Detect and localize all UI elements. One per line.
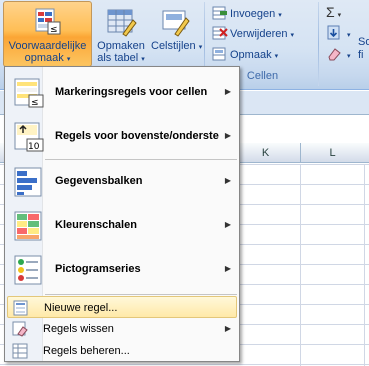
menu-item-label: Regels beheren...: [43, 345, 130, 357]
sort-partial-1: So: [358, 36, 369, 48]
color-scales-icon: [14, 211, 42, 241]
eraser-icon: [328, 48, 341, 61]
format-as-table-label-2: als tabel: [97, 52, 139, 64]
menu-item-label: Markeringsregels voor cellen: [55, 86, 208, 98]
delete-cells-icon: [212, 26, 228, 40]
submenu-arrow-icon: ▶: [224, 87, 231, 96]
insert-label: Invoegen: [230, 8, 276, 20]
sort-filter-partial-label[interactable]: So fi: [356, 36, 369, 61]
chevron-down-icon: ▾: [337, 12, 342, 19]
chevron-down-icon: ▾: [66, 56, 71, 63]
conditional-formatting-menu: ≤ Markeringsregels voor cellen ▶ 10 Rege…: [4, 66, 240, 362]
chevron-down-icon: ▾: [198, 44, 203, 51]
menu-item-data-bars[interactable]: Gegevensbalken ▶: [7, 161, 237, 203]
submenu-arrow-icon: ▶: [224, 264, 231, 273]
delete-button[interactable]: Verwijderen ▾: [210, 24, 294, 44]
svg-text:10: 10: [28, 142, 40, 152]
format-cells-icon: [212, 47, 226, 61]
column-header-k[interactable]: K: [230, 143, 300, 163]
group-separator: [318, 2, 319, 86]
manage-rules-icon: [12, 343, 28, 359]
autosum-button[interactable]: Σ ▾: [324, 2, 341, 22]
menu-item-label: Gegevensbalken: [55, 175, 143, 187]
new-rule-icon: [13, 300, 28, 316]
grid-line: [300, 164, 301, 366]
conditional-formatting-button[interactable]: ≤ Voorwaardelijke opmaak ▾: [3, 1, 92, 67]
menu-item-label: Nieuwe regel...: [44, 302, 118, 314]
menu-item-top-bottom-rules[interactable]: 10 Regels voor bovenste/onderste ▶: [7, 116, 237, 158]
menu-item-icon-sets[interactable]: Pictogramseries ▶: [7, 249, 237, 291]
menu-item-label: Regels voor bovenste/onderste: [55, 130, 219, 142]
cell-styles-label: Celstijlen: [151, 40, 196, 52]
highlight-cells-rules-icon: ≤: [14, 78, 44, 108]
icon-sets-icon: [14, 255, 42, 285]
submenu-arrow-icon: ▶: [224, 324, 231, 333]
conditional-formatting-icon: ≤: [35, 8, 60, 35]
clear-rules-icon: [12, 321, 28, 337]
cell-styles-button[interactable]: Celstijlen ▾: [150, 1, 203, 67]
insert-button[interactable]: Invoegen ▾: [210, 4, 282, 24]
chevron-down-icon: ▾: [347, 53, 351, 60]
chevron-down-icon: ▾: [347, 32, 351, 39]
menu-item-clear-rules[interactable]: Regels wissen ▶: [7, 318, 237, 340]
svg-text:≤: ≤: [50, 25, 58, 35]
data-bars-icon: [14, 167, 42, 197]
chevron-down-icon: ▾: [278, 12, 282, 19]
conditional-formatting-label-2: opmaak: [24, 52, 64, 64]
submenu-arrow-icon: ▶: [224, 176, 231, 185]
menu-separator: [45, 159, 237, 160]
format-button[interactable]: Opmaak ▾: [210, 45, 278, 65]
insert-cells-icon: [212, 6, 227, 20]
format-as-table-button[interactable]: Opmaken als tabel ▾: [93, 1, 149, 67]
menu-item-label: Pictogramseries: [55, 263, 141, 275]
delete-label: Verwijderen: [230, 28, 288, 40]
conditional-formatting-label-1: Voorwaardelijke: [8, 40, 87, 52]
column-header-l[interactable]: L: [300, 143, 364, 163]
top-bottom-rules-icon: 10: [14, 122, 44, 152]
submenu-arrow-icon: ▶: [224, 131, 231, 140]
svg-text:≤: ≤: [31, 98, 39, 108]
submenu-arrow-icon: ▶: [224, 220, 231, 229]
menu-item-manage-rules[interactable]: Regels beheren...: [7, 340, 237, 362]
menu-item-label: Regels wissen: [43, 323, 114, 335]
chevron-down-icon: ▾: [141, 56, 145, 63]
menu-item-color-scales[interactable]: Kleurenschalen ▶: [7, 205, 237, 247]
chevron-down-icon: ▾: [274, 53, 279, 60]
menu-item-new-rule[interactable]: Nieuwe regel...: [7, 296, 237, 318]
sum-icon: Σ: [326, 4, 335, 20]
menu-item-highlight-cells-rules[interactable]: ≤ Markeringsregels voor cellen ▶: [7, 72, 237, 114]
menu-separator: [45, 294, 237, 295]
fill-button[interactable]: ▾: [324, 24, 351, 44]
format-label: Opmaak: [230, 49, 272, 61]
cell-styles-icon: [162, 10, 190, 37]
format-as-table-icon: [107, 9, 137, 37]
menu-item-label: Kleurenschalen: [55, 219, 137, 231]
format-as-table-label-1: Opmaken: [97, 40, 145, 52]
fill-down-icon: [327, 25, 340, 40]
sort-partial-2: fi: [358, 49, 364, 61]
clear-button[interactable]: ▾: [324, 45, 351, 65]
chevron-down-icon: ▾: [290, 32, 294, 39]
grid-line: [364, 164, 365, 366]
